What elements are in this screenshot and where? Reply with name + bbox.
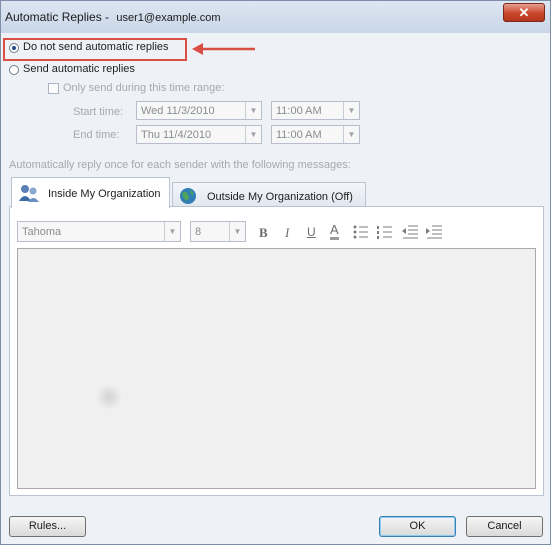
- annotation-highlight-box: [3, 38, 187, 61]
- automatic-replies-dialog: Automatic Replies - user1@example.com ✕ …: [0, 0, 551, 545]
- numbered-list-icon[interactable]: [377, 225, 393, 239]
- globe-icon: [180, 188, 196, 204]
- chevron-down-icon: ▼: [229, 222, 245, 241]
- start-date-value: Wed 11/3/2010: [141, 105, 215, 117]
- bold-button[interactable]: B: [259, 225, 268, 241]
- tab-inside-label: Inside My Organization: [48, 188, 161, 200]
- chevron-down-icon: ▼: [164, 222, 180, 241]
- window-title-text: Automatic Replies -: [5, 10, 110, 24]
- message-editor[interactable]: [17, 248, 536, 489]
- start-time-label: Start time:: [73, 106, 124, 118]
- close-icon: ✕: [518, 5, 530, 20]
- increase-indent-icon[interactable]: [426, 224, 443, 239]
- start-date-select[interactable]: Wed 11/3/2010 ▼: [136, 101, 262, 120]
- loading-blur-icon: [96, 384, 122, 410]
- font-size-value: 8: [195, 226, 202, 238]
- chevron-down-icon: ▼: [245, 126, 261, 143]
- window-title-account: user1@example.com: [116, 12, 221, 24]
- annotation-arrow-icon: [192, 43, 255, 55]
- rules-button[interactable]: Rules...: [9, 516, 86, 537]
- send-replies-radio[interactable]: [9, 65, 19, 75]
- time-range-checkbox[interactable]: [48, 83, 59, 94]
- font-name-value: Tahoma: [22, 226, 62, 238]
- tab-inside-organization[interactable]: Inside My Organization: [11, 177, 170, 208]
- end-date-value: Thu 11/4/2010: [141, 129, 212, 141]
- end-time-label: End time:: [73, 129, 120, 141]
- font-name-select[interactable]: Tahoma ▼: [17, 221, 181, 242]
- tab-outside-label: Outside My Organization (Off): [207, 191, 353, 203]
- start-time-value: 11:00 AM: [276, 105, 322, 117]
- title-bar: Automatic Replies - user1@example.com ✕: [1, 1, 550, 33]
- end-date-select[interactable]: Thu 11/4/2010 ▼: [136, 125, 262, 144]
- tab-outside-organization[interactable]: Outside My Organization (Off): [172, 182, 366, 207]
- chevron-down-icon: ▼: [343, 126, 359, 143]
- people-icon: [19, 185, 39, 202]
- font-color-button[interactable]: A: [330, 223, 339, 240]
- close-button[interactable]: ✕: [503, 3, 545, 22]
- decrease-indent-icon[interactable]: [402, 224, 419, 239]
- window-title: Automatic Replies - user1@example.com: [5, 10, 221, 24]
- end-time-value: 11:00 AM: [276, 129, 322, 141]
- font-size-select[interactable]: 8 ▼: [190, 221, 246, 242]
- bullet-list-icon[interactable]: [353, 225, 369, 239]
- start-time-select[interactable]: 11:00 AM ▼: [271, 101, 360, 120]
- reply-once-text: Automatically reply once for each sender…: [9, 159, 351, 171]
- time-range-label: Only send during this time range:: [63, 82, 225, 94]
- chevron-down-icon: ▼: [245, 102, 261, 119]
- italic-button[interactable]: I: [285, 225, 289, 241]
- ok-button[interactable]: OK: [379, 516, 456, 537]
- underline-button[interactable]: U: [307, 225, 316, 239]
- send-replies-label[interactable]: Send automatic replies: [23, 63, 135, 75]
- cancel-button[interactable]: Cancel: [466, 516, 543, 537]
- end-time-select[interactable]: 11:00 AM ▼: [271, 125, 360, 144]
- chevron-down-icon: ▼: [343, 102, 359, 119]
